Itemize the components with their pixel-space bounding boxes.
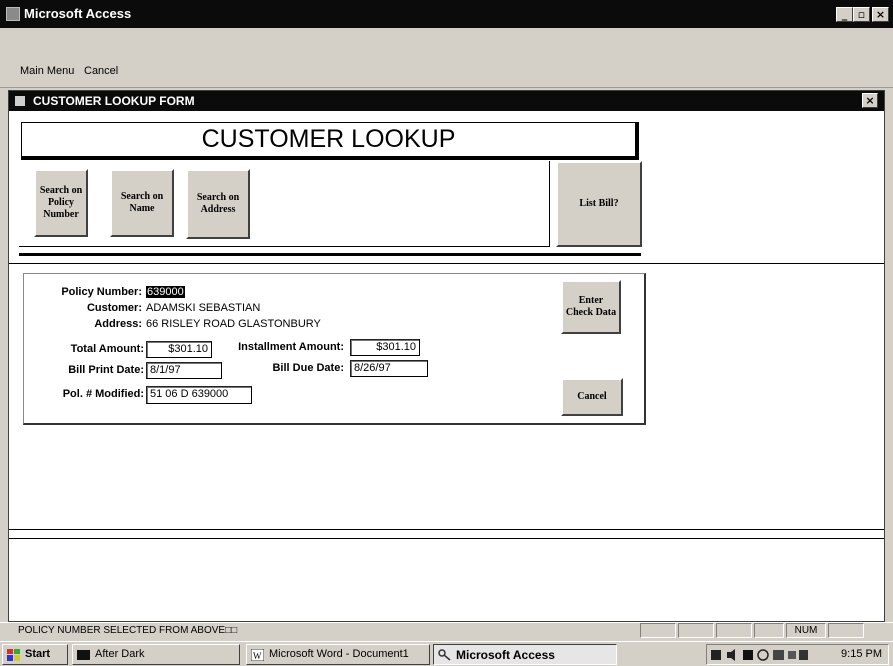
status-indicator-2: [678, 623, 714, 638]
customer-lookup-form-window: CUSTOMER LOOKUP FORM × CUSTOMER LOOKUP S…: [8, 90, 885, 622]
section-divider: [9, 263, 884, 264]
access-app-icon: [6, 7, 20, 21]
app-title-bar: Microsoft Access _ ▫ ×: [0, 0, 893, 28]
access-key-icon: [438, 649, 451, 661]
taskbar-item-access[interactable]: Microsoft Access: [433, 644, 617, 665]
menu-item-main-menu[interactable]: Main Menu: [20, 65, 74, 77]
policy-detail-panel: Policy Number: 639000 Customer: ADAMSKI …: [23, 273, 646, 425]
bill-print-date-field[interactable]: 8/1/97: [146, 362, 222, 379]
start-label: Start: [25, 648, 51, 660]
word-icon: W: [251, 649, 264, 661]
svg-text:W: W: [253, 651, 262, 661]
customer-label: Customer:: [86, 302, 142, 314]
search-policy-number-button[interactable]: Search on Policy Number: [34, 169, 88, 237]
status-indicator-4: [754, 623, 784, 638]
tray-icons: [711, 649, 808, 661]
clock: 9:15 PM: [841, 648, 882, 660]
pol-modified-label: Pol. # Modified:: [62, 388, 144, 400]
customer-lookup-heading: CUSTOMER LOOKUP: [21, 122, 639, 160]
taskbar-item-label: Microsoft Word - Document1: [269, 648, 409, 660]
search-button-panel: [19, 161, 550, 247]
list-bill-button[interactable]: List Bill?: [556, 161, 642, 247]
close-app-button[interactable]: ×: [872, 7, 889, 22]
footer-divider-bottom: [9, 538, 884, 539]
enter-check-data-button[interactable]: Enter Check Data: [561, 280, 621, 334]
search-address-button[interactable]: Search on Address: [186, 169, 250, 239]
bill-print-date-label: Bill Print Date:: [68, 364, 144, 376]
pol-modified-field[interactable]: 51 06 D 639000: [146, 386, 252, 404]
policy-number-value[interactable]: 639000: [146, 286, 185, 298]
maximize-button[interactable]: ▫: [853, 7, 870, 22]
system-tray: 9:15 PM: [706, 644, 889, 665]
menu-item-cancel[interactable]: Cancel: [84, 65, 118, 77]
footer-divider-top: [9, 529, 884, 530]
start-button[interactable]: Start: [2, 644, 68, 665]
taskbar-item-word[interactable]: W Microsoft Word - Document1: [246, 644, 430, 665]
total-amount-field[interactable]: $301.10: [146, 341, 212, 358]
policy-number-selection[interactable]: 639000: [146, 286, 185, 298]
status-indicator-3: [716, 623, 752, 638]
taskbar-item-after-dark[interactable]: After Dark: [72, 644, 240, 665]
form-close-button[interactable]: ×: [862, 93, 878, 108]
windows-logo-icon: [7, 649, 20, 661]
installment-amount-field[interactable]: $301.10: [350, 339, 420, 356]
status-indicator-5: [828, 623, 864, 638]
total-amount-label: Total Amount:: [70, 343, 144, 355]
header-divider: [19, 253, 641, 256]
after-dark-icon: [77, 650, 90, 660]
form-icon: [15, 96, 25, 106]
installment-amount-label: Installment Amount:: [238, 341, 344, 353]
app-title: Microsoft Access: [24, 6, 132, 21]
form-title: CUSTOMER LOOKUP FORM: [33, 94, 195, 108]
status-indicator-1: [640, 623, 676, 638]
policy-number-label: Policy Number:: [61, 286, 142, 298]
address-value: 66 RISLEY ROAD GLASTONBURY: [146, 318, 321, 330]
bill-due-date-label: Bill Due Date:: [272, 362, 344, 374]
search-name-button[interactable]: Search on Name: [110, 169, 174, 237]
num-lock-indicator: NUM: [786, 623, 826, 638]
taskbar-item-label: After Dark: [95, 648, 145, 660]
menu-bar: [0, 28, 893, 88]
taskbar-item-label: Microsoft Access: [456, 648, 555, 662]
status-message: POLICY NUMBER SELECTED FROM ABOVE□□: [18, 625, 238, 636]
cancel-button[interactable]: Cancel: [561, 378, 623, 416]
bill-due-date-field[interactable]: 8/26/97: [350, 360, 428, 377]
minimize-button[interactable]: _: [836, 7, 853, 22]
form-title-bar: CUSTOMER LOOKUP FORM ×: [9, 91, 884, 111]
customer-value: ADAMSKI SEBASTIAN: [146, 302, 261, 314]
address-label: Address:: [94, 318, 142, 330]
